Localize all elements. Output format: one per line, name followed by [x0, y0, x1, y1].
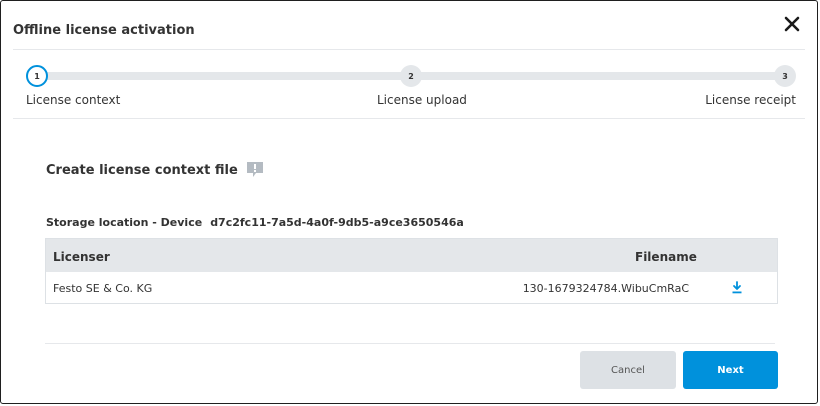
table-header: Licenser Filename — [46, 239, 777, 272]
table-row: Festo SE & Co. KG 130-1679324784.WibuCmR… — [46, 272, 777, 303]
section-title: Create license context file — [46, 162, 238, 178]
cell-licenser: Festo SE & Co. KG — [53, 282, 153, 295]
step-3-indicator: 3 — [774, 65, 796, 87]
next-button[interactable]: Next — [683, 351, 778, 389]
cancel-button[interactable]: Cancel — [580, 351, 676, 389]
dialog-title: Offline license activation — [13, 23, 195, 38]
header-divider — [13, 49, 805, 50]
info-comment-icon[interactable] — [246, 161, 264, 179]
step-1-indicator: 1 — [26, 65, 48, 87]
header-filename: Filename — [635, 250, 697, 264]
storage-label: Storage location - Device — [46, 216, 203, 229]
cell-filename: 130-1679324784.WibuCmRaC — [522, 282, 689, 295]
step-3-label: License receipt — [705, 93, 796, 107]
header-licenser: Licenser — [53, 250, 110, 264]
download-icon[interactable] — [731, 281, 743, 294]
license-table: Licenser Filename Festo SE & Co. KG 130-… — [45, 238, 778, 304]
stepper-divider — [13, 118, 805, 119]
step-2-label: License upload — [377, 93, 467, 107]
device-id: d7c2fc11-7a5d-4a0f-9db5-a9ce3650546a — [210, 216, 464, 229]
storage-location: Storage location - Device d7c2fc11-7a5d-4… — [46, 216, 464, 229]
section-heading: Create license context file — [46, 161, 264, 179]
footer-divider — [45, 343, 775, 344]
license-activation-dialog: Offline license activation 1 2 3 License… — [0, 0, 818, 404]
step-1-label: License context — [26, 93, 121, 107]
step-2-indicator: 2 — [400, 65, 422, 87]
close-icon[interactable] — [783, 15, 801, 33]
